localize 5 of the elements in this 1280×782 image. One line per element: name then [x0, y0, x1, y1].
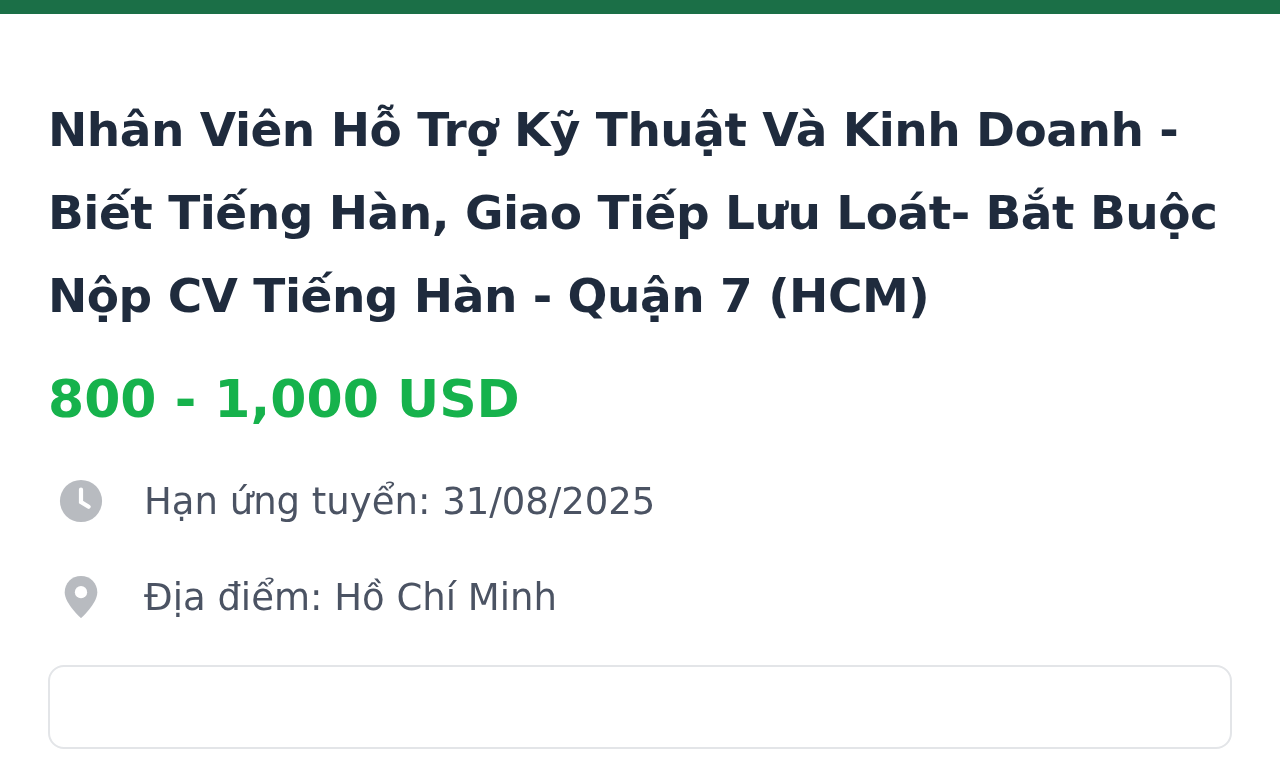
- detail-text: Địa điểm: Hồ Chí Minh: [144, 575, 557, 619]
- clock-icon: [58, 478, 104, 524]
- job-title: Nhân Viên Hỗ Trợ Kỹ Thuật Và Kinh Doanh - Biết Tiếng Hàn, Giao Tiếp Lưu Loát- Bắt Buộc Nộp CV Tiếng Hàn - Quận 7 (HCM): [48, 101, 1219, 325]
- detail-text: Hạn ứng tuyển: 31/08/2025: [144, 479, 656, 523]
- salary-range: 800 - 1,000 USD: [48, 368, 521, 431]
